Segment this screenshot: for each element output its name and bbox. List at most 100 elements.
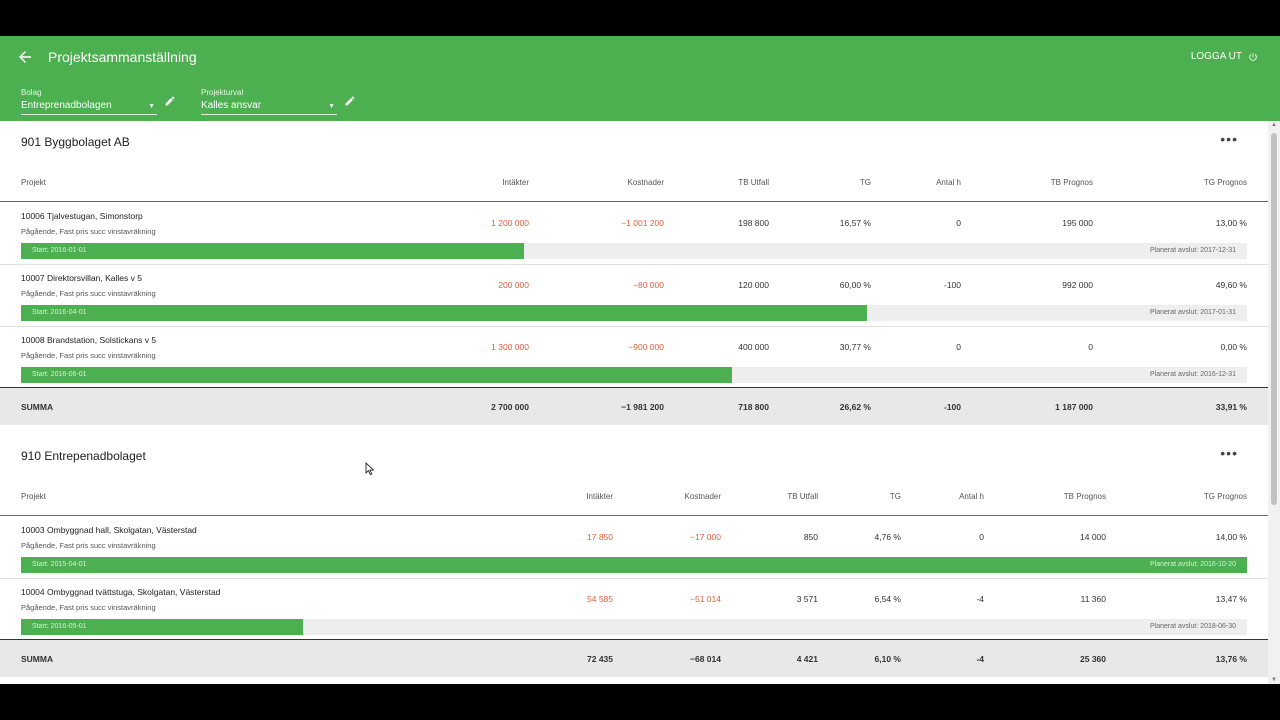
column-header-antal-h[interactable]: Antal h (959, 492, 984, 501)
timeline-bar: Start: 2015-04-01 Planerat avslut: 2016-… (21, 557, 1247, 573)
company-select[interactable]: Entreprenadbolagen ▼ (21, 100, 157, 115)
tb-prognos-value: 0 (1088, 342, 1093, 352)
timeline-start: Start: 2016-05-01 (32, 623, 87, 630)
tb-prognos-value: 195 000 (1062, 218, 1093, 228)
summary-label: SUMMA (21, 402, 54, 412)
tg-prognos-value: 14,00 % (1215, 532, 1247, 542)
summary-intakter: 2 700 000 (491, 402, 529, 412)
column-header-projekt[interactable]: Projekt (21, 178, 46, 187)
summary-kostnader: −68 014 (690, 654, 721, 664)
mouse-cursor-icon (365, 462, 375, 476)
timeline-progress-fill (21, 367, 733, 383)
timeline-end: Planerat avslut: 2018-06-30 (1150, 623, 1236, 630)
table-row[interactable]: 10003 Ombyggnad hall, Skolgatan, Västers… (0, 517, 1268, 579)
antal-h-value: 0 (956, 218, 961, 228)
column-header-tg-prognos[interactable]: TG Prognos (1204, 178, 1247, 187)
timeline-start: Start: 2016-06-01 (32, 371, 87, 378)
timeline-end: Planerat avslut: 2017-12-31 (1150, 247, 1236, 254)
timeline-progress-fill (21, 243, 524, 259)
summary-tg-prognos: 13,76 % (1215, 654, 1247, 664)
company-filter-label: Bolag (21, 88, 42, 97)
more-options-icon[interactable]: ••• (1220, 131, 1238, 147)
column-header-tg[interactable]: TG (890, 492, 901, 501)
intakter-value: 54 585 (587, 594, 613, 604)
project-name: 10003 Ombyggnad hall, Skolgatan, Västers… (21, 525, 197, 535)
tb-prognos-value: 992 000 (1062, 280, 1093, 290)
summary-row: SUMMA 72 435 −68 014 4 421 6,10 % -4 25 … (0, 639, 1268, 677)
project-selection-select[interactable]: Kalles ansvar ▼ (201, 100, 337, 115)
vertical-scrollbar[interactable]: ▲ ▼ (1268, 121, 1280, 684)
edit-selection-pencil-icon[interactable] (344, 95, 356, 107)
table-row[interactable]: 10004 Ombyggnad tvättstuga, Skolgatan, V… (0, 579, 1268, 641)
company-select-value: Entreprenadbolagen (21, 100, 112, 111)
summary-tb-prognos: 25 360 (1080, 654, 1106, 664)
timeline-bar: Start: 2016-04-01 Planerat avslut: 2017-… (21, 305, 1247, 321)
project-status: Pågående, Fast pris succ vinstavräkning (21, 351, 156, 360)
project-status: Pågående, Fast pris succ vinstavräkning (21, 541, 156, 550)
tb-prognos-value: 14 000 (1080, 532, 1106, 542)
summary-tg-prognos: 33,91 % (1215, 402, 1247, 412)
tg-value: 4,76 % (874, 532, 901, 542)
tb-utfall-value: 120 000 (738, 280, 769, 290)
table-row[interactable]: 10007 Direktorsvillan, Kalles v 5 Pågåen… (0, 265, 1268, 327)
more-options-icon[interactable]: ••• (1220, 445, 1238, 461)
column-header-projekt[interactable]: Projekt (21, 492, 46, 501)
project-status: Pågående, Fast pris succ vinstavräkning (21, 227, 156, 236)
timeline-start: Start: 2016-01-01 (32, 247, 87, 254)
timeline-bar: Start: 2016-01-01 Planerat avslut: 2017-… (21, 243, 1247, 259)
logout-label: LOGGA UT (1190, 51, 1242, 62)
table-header: Projekt Intäkter Kostnader TB Utfall TG … (0, 162, 1268, 202)
section-title: 901 Byggbolaget AB (21, 135, 130, 149)
project-name: 10006 Tjalvestugan, Simonstorp (21, 211, 143, 221)
project-name: 10008 Brandstation, Solstickans v 5 (21, 335, 157, 345)
section-title: 910 Entrepenadbolaget (21, 449, 146, 463)
logout-button[interactable]: LOGGA UT (1191, 51, 1258, 62)
tb-utfall-value: 850 (803, 532, 818, 542)
project-selection-filter: Projekturval Kalles ansvar ▼ (201, 88, 337, 115)
timeline-progress-fill (21, 557, 1247, 573)
table-row[interactable]: 10008 Brandstation, Solstickans v 5 Pågå… (0, 327, 1268, 389)
project-selection-value: Kalles ansvar (201, 100, 262, 111)
tb-utfall-value: 3 571 (796, 594, 818, 604)
antal-h-value: 0 (979, 532, 984, 542)
summary-tg: 6,10 % (874, 654, 901, 664)
column-header-intakter[interactable]: Intäkter (586, 492, 613, 501)
column-header-antal-h[interactable]: Antal h (936, 178, 961, 187)
project-name: 10007 Direktorsvillan, Kalles v 5 (21, 273, 142, 283)
intakter-value: 1 300 000 (491, 342, 529, 352)
tg-value: 16,57 % (839, 218, 871, 228)
column-header-intakter[interactable]: Intäkter (502, 178, 529, 187)
timeline-end: Planerat avslut: 2017-01-31 (1150, 309, 1236, 316)
project-name: 10004 Ombyggnad tvättstuga, Skolgatan, V… (21, 587, 221, 597)
intakter-value: 1 200 000 (491, 218, 529, 228)
timeline-bar: Start: 2016-06-01 Planerat avslut: 2016-… (21, 367, 1247, 383)
power-icon (1249, 52, 1257, 61)
column-header-tg-prognos[interactable]: TG Prognos (1204, 492, 1247, 501)
column-header-tb-utfall[interactable]: TB Utfall (738, 178, 769, 187)
kostnader-value: −51 014 (690, 594, 721, 604)
app-window: Projektsammanställning LOGGA UT Bolag En… (0, 36, 1280, 684)
summary-tb-utfall: 4 421 (796, 654, 818, 664)
column-header-tg[interactable]: TG (860, 178, 871, 187)
summary-tb-utfall: 718 800 (738, 402, 769, 412)
company-section: 910 Entrepenadbolaget ••• Projekt Intäkt… (0, 435, 1268, 684)
summary-antal-h: -100 (943, 402, 961, 412)
edit-company-pencil-icon[interactable] (164, 95, 176, 107)
antal-h-value: -100 (943, 280, 961, 290)
summary-tb-prognos: 1 187 000 (1055, 402, 1093, 412)
project-selection-label: Projekturval (201, 88, 244, 97)
column-header-tb-prognos[interactable]: TB Prognos (1051, 178, 1093, 187)
project-status: Pågående, Fast pris succ vinstavräkning (21, 603, 156, 612)
scrollbar-thumb[interactable] (1271, 133, 1277, 505)
scroll-up-arrow-icon[interactable]: ▲ (1271, 122, 1277, 128)
table-row[interactable]: 10006 Tjalvestugan, Simonstorp Pågående,… (0, 203, 1268, 265)
column-header-tb-prognos[interactable]: TB Prognos (1064, 492, 1106, 501)
column-header-tb-utfall[interactable]: TB Utfall (787, 492, 818, 501)
scroll-down-arrow-icon[interactable]: ▼ (1271, 677, 1277, 683)
tg-value: 60,00 % (839, 280, 871, 290)
intakter-value: 200 000 (498, 280, 529, 290)
back-arrow-icon[interactable] (16, 48, 34, 66)
column-header-kostnader[interactable]: Kostnader (685, 492, 721, 501)
column-header-kostnader[interactable]: Kostnader (628, 178, 664, 187)
chevron-down-icon: ▼ (148, 103, 155, 110)
